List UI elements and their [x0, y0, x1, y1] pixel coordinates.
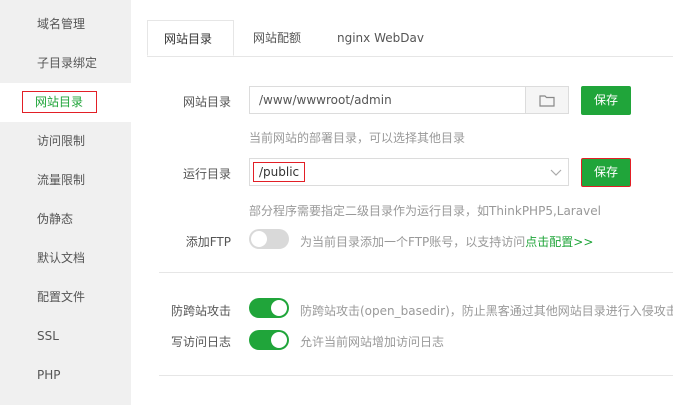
sidebar-item-label: 配置文件 [37, 290, 86, 304]
sidebar-item-label: 子目录绑定 [37, 56, 98, 70]
tab-bar: 网站目录 网站配额 nginx WebDav [147, 20, 673, 57]
tab-site-quota[interactable]: 网站配额 [253, 20, 301, 56]
sidebar-item-traffic-limit[interactable]: 流量限制 [0, 161, 131, 200]
toggle-knob [271, 332, 287, 348]
ftp-help: 为当前目录添加一个FTP账号，以支持访问点击配置>> [300, 233, 593, 250]
sidebar-item-default-doc[interactable]: 默认文档 [0, 239, 131, 278]
sidebar-item-label: PHP [37, 368, 61, 382]
site-dir-label: 网站目录 [182, 95, 231, 109]
toggle-knob [251, 231, 267, 247]
sidebar-item-domain[interactable]: 域名管理 [0, 5, 131, 44]
tab-nginx-webdav[interactable]: nginx WebDav [337, 20, 424, 56]
sidebar-item-config-file[interactable]: 配置文件 [0, 278, 131, 317]
anti-cross-help: 防跨站攻击(open_basedir)，防止黑客通过其他网站目录进行入侵攻击 [300, 304, 673, 318]
sidebar-item-subdir[interactable]: 子目录绑定 [0, 44, 131, 83]
access-log-label: 写访问日志 [170, 335, 231, 349]
sidebar-item-label: 默认文档 [37, 251, 86, 265]
ftp-label: 添加FTP [185, 235, 231, 249]
ftp-help-text: 为当前目录添加一个FTP账号，以支持访问 [300, 235, 526, 249]
access-log-help: 允许当前网站增加访问日志 [300, 335, 445, 349]
run-dir-save-button[interactable]: 保存 [581, 158, 631, 187]
divider [159, 272, 673, 273]
ftp-config-link[interactable]: 点击配置>> [525, 235, 593, 249]
run-dir-select[interactable]: /public [249, 158, 569, 186]
tab-label: 网站配额 [253, 31, 302, 45]
sidebar-item-rewrite[interactable]: 伪静态 [0, 200, 131, 239]
run-dir-label: 运行目录 [182, 167, 231, 181]
site-dir-help: 当前网站的部署目录，可以选择其他目录 [249, 131, 466, 145]
sidebar-item-label: SSL [37, 329, 59, 343]
sidebar-item-label: 流量限制 [37, 173, 86, 187]
folder-browse-button[interactable] [526, 86, 569, 114]
ftp-toggle[interactable] [249, 229, 289, 249]
anti-cross-toggle[interactable] [249, 298, 289, 318]
sidebar-item-php[interactable]: PHP [0, 356, 131, 395]
tab-site-dir[interactable]: 网站目录 [147, 20, 234, 56]
run-dir-selected-value: /public [253, 162, 306, 182]
divider [159, 375, 673, 376]
tab-label: nginx WebDav [337, 31, 424, 45]
sidebar-item-site-dir[interactable]: 网站目录 [0, 83, 131, 122]
sidebar-item-access-limit[interactable]: 访问限制 [0, 122, 131, 161]
toggle-knob [271, 300, 287, 316]
site-dir-save-button[interactable]: 保存 [581, 86, 631, 115]
anti-cross-label: 防跨站攻击 [170, 304, 231, 318]
folder-icon [539, 95, 555, 107]
main-panel: 网站目录 网站配额 nginx WebDav 网站目录 /www/wwwroot… [131, 0, 673, 405]
sidebar-item-label: 访问限制 [37, 134, 86, 148]
sidebar: 域名管理 子目录绑定 网站目录 访问限制 流量限制 伪静态 默认文档 配置文件 … [0, 0, 131, 405]
sidebar-item-label: 域名管理 [37, 17, 86, 31]
chevron-down-icon [550, 169, 562, 176]
sidebar-item-ssl[interactable]: SSL [0, 317, 131, 356]
access-log-toggle[interactable] [249, 330, 289, 350]
sidebar-item-label: 网站目录 [22, 91, 98, 113]
site-dir-input[interactable]: /www/wwwroot/admin [249, 86, 526, 114]
tab-label: 网站目录 [164, 32, 213, 46]
run-dir-help: 部分程序需要指定二级目录作为运行目录，如ThinkPHP5,Laravel [249, 204, 601, 218]
sidebar-item-label: 伪静态 [37, 212, 74, 226]
